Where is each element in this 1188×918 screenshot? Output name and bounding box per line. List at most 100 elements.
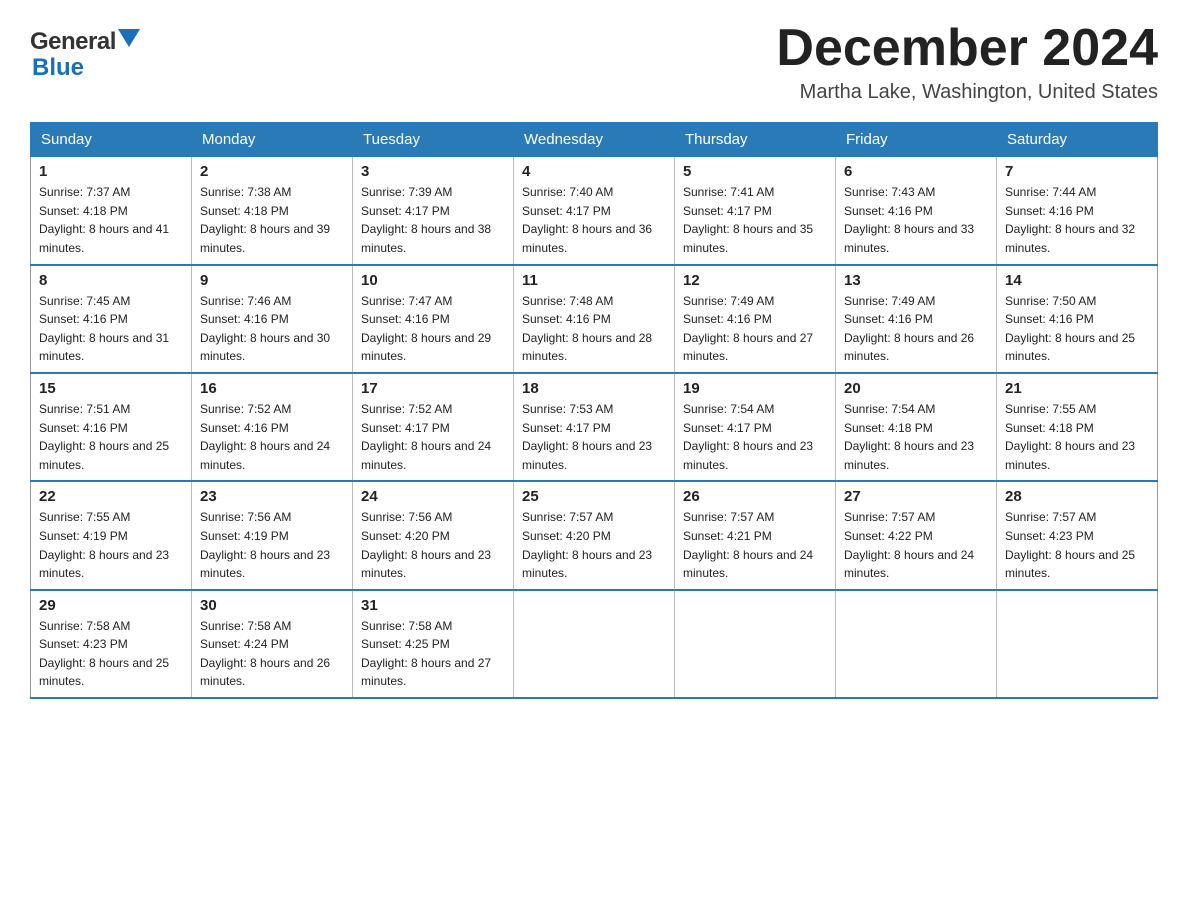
day-info: Sunrise: 7:49 AMSunset: 4:16 PMDaylight:… [683, 294, 813, 364]
calendar-cell: 22 Sunrise: 7:55 AMSunset: 4:19 PMDaylig… [31, 481, 192, 589]
day-info: Sunrise: 7:40 AMSunset: 4:17 PMDaylight:… [522, 185, 652, 255]
day-number: 25 [522, 488, 666, 505]
logo: General Blue [30, 20, 140, 82]
calendar-cell: 25 Sunrise: 7:57 AMSunset: 4:20 PMDaylig… [514, 481, 675, 589]
title-section: December 2024 Martha Lake, Washington, U… [776, 20, 1158, 104]
day-info: Sunrise: 7:58 AMSunset: 4:24 PMDaylight:… [200, 619, 330, 689]
logo-arrow-icon [118, 29, 140, 52]
calendar-cell: 9 Sunrise: 7:46 AMSunset: 4:16 PMDayligh… [192, 265, 353, 373]
page-header: General Blue December 2024 Martha Lake, … [30, 20, 1158, 104]
calendar-cell: 1 Sunrise: 7:37 AMSunset: 4:18 PMDayligh… [31, 157, 192, 265]
calendar-cell: 8 Sunrise: 7:45 AMSunset: 4:16 PMDayligh… [31, 265, 192, 373]
header-sunday: Sunday [31, 123, 192, 157]
calendar-cell: 19 Sunrise: 7:54 AMSunset: 4:17 PMDaylig… [675, 373, 836, 481]
calendar-cell: 30 Sunrise: 7:58 AMSunset: 4:24 PMDaylig… [192, 590, 353, 698]
day-info: Sunrise: 7:46 AMSunset: 4:16 PMDaylight:… [200, 294, 330, 364]
day-info: Sunrise: 7:51 AMSunset: 4:16 PMDaylight:… [39, 402, 169, 472]
day-number: 5 [683, 163, 827, 180]
calendar-cell: 16 Sunrise: 7:52 AMSunset: 4:16 PMDaylig… [192, 373, 353, 481]
logo-general-text: General [30, 28, 116, 56]
day-info: Sunrise: 7:56 AMSunset: 4:19 PMDaylight:… [200, 510, 330, 580]
calendar-cell: 5 Sunrise: 7:41 AMSunset: 4:17 PMDayligh… [675, 157, 836, 265]
header-friday: Friday [836, 123, 997, 157]
day-info: Sunrise: 7:45 AMSunset: 4:16 PMDaylight:… [39, 294, 169, 364]
calendar-cell: 18 Sunrise: 7:53 AMSunset: 4:17 PMDaylig… [514, 373, 675, 481]
day-number: 3 [361, 163, 505, 180]
calendar-cell: 14 Sunrise: 7:50 AMSunset: 4:16 PMDaylig… [997, 265, 1158, 373]
day-number: 6 [844, 163, 988, 180]
calendar-cell [675, 590, 836, 698]
day-info: Sunrise: 7:57 AMSunset: 4:20 PMDaylight:… [522, 510, 652, 580]
day-info: Sunrise: 7:52 AMSunset: 4:17 PMDaylight:… [361, 402, 491, 472]
calendar-cell [997, 590, 1158, 698]
day-number: 20 [844, 380, 988, 397]
calendar-cell: 20 Sunrise: 7:54 AMSunset: 4:18 PMDaylig… [836, 373, 997, 481]
day-info: Sunrise: 7:55 AMSunset: 4:19 PMDaylight:… [39, 510, 169, 580]
calendar-cell [514, 590, 675, 698]
day-number: 31 [361, 597, 505, 614]
calendar-cell: 31 Sunrise: 7:58 AMSunset: 4:25 PMDaylig… [353, 590, 514, 698]
calendar-week-row: 22 Sunrise: 7:55 AMSunset: 4:19 PMDaylig… [31, 481, 1158, 589]
calendar-week-row: 1 Sunrise: 7:37 AMSunset: 4:18 PMDayligh… [31, 157, 1158, 265]
day-number: 27 [844, 488, 988, 505]
calendar-cell: 6 Sunrise: 7:43 AMSunset: 4:16 PMDayligh… [836, 157, 997, 265]
calendar-cell: 4 Sunrise: 7:40 AMSunset: 4:17 PMDayligh… [514, 157, 675, 265]
day-number: 21 [1005, 380, 1149, 397]
day-number: 30 [200, 597, 344, 614]
day-number: 8 [39, 272, 183, 289]
day-info: Sunrise: 7:57 AMSunset: 4:22 PMDaylight:… [844, 510, 974, 580]
day-info: Sunrise: 7:48 AMSunset: 4:16 PMDaylight:… [522, 294, 652, 364]
day-info: Sunrise: 7:47 AMSunset: 4:16 PMDaylight:… [361, 294, 491, 364]
day-info: Sunrise: 7:39 AMSunset: 4:17 PMDaylight:… [361, 185, 491, 255]
header-tuesday: Tuesday [353, 123, 514, 157]
day-number: 4 [522, 163, 666, 180]
calendar-cell: 21 Sunrise: 7:55 AMSunset: 4:18 PMDaylig… [997, 373, 1158, 481]
day-info: Sunrise: 7:58 AMSunset: 4:23 PMDaylight:… [39, 619, 169, 689]
header-thursday: Thursday [675, 123, 836, 157]
day-number: 14 [1005, 272, 1149, 289]
month-title: December 2024 [776, 20, 1158, 77]
day-info: Sunrise: 7:37 AMSunset: 4:18 PMDaylight:… [39, 185, 169, 255]
day-number: 7 [1005, 163, 1149, 180]
day-number: 9 [200, 272, 344, 289]
day-info: Sunrise: 7:55 AMSunset: 4:18 PMDaylight:… [1005, 402, 1135, 472]
day-number: 17 [361, 380, 505, 397]
day-number: 24 [361, 488, 505, 505]
day-number: 16 [200, 380, 344, 397]
day-info: Sunrise: 7:53 AMSunset: 4:17 PMDaylight:… [522, 402, 652, 472]
day-number: 13 [844, 272, 988, 289]
day-number: 11 [522, 272, 666, 289]
calendar-cell: 29 Sunrise: 7:58 AMSunset: 4:23 PMDaylig… [31, 590, 192, 698]
calendar-cell: 11 Sunrise: 7:48 AMSunset: 4:16 PMDaylig… [514, 265, 675, 373]
calendar-header-row: Sunday Monday Tuesday Wednesday Thursday… [31, 123, 1158, 157]
day-info: Sunrise: 7:58 AMSunset: 4:25 PMDaylight:… [361, 619, 491, 689]
calendar-cell: 24 Sunrise: 7:56 AMSunset: 4:20 PMDaylig… [353, 481, 514, 589]
calendar-week-row: 15 Sunrise: 7:51 AMSunset: 4:16 PMDaylig… [31, 373, 1158, 481]
day-info: Sunrise: 7:38 AMSunset: 4:18 PMDaylight:… [200, 185, 330, 255]
calendar-cell [836, 590, 997, 698]
day-number: 15 [39, 380, 183, 397]
day-info: Sunrise: 7:50 AMSunset: 4:16 PMDaylight:… [1005, 294, 1135, 364]
day-info: Sunrise: 7:52 AMSunset: 4:16 PMDaylight:… [200, 402, 330, 472]
day-info: Sunrise: 7:43 AMSunset: 4:16 PMDaylight:… [844, 185, 974, 255]
day-number: 22 [39, 488, 183, 505]
calendar-week-row: 8 Sunrise: 7:45 AMSunset: 4:16 PMDayligh… [31, 265, 1158, 373]
calendar-cell: 28 Sunrise: 7:57 AMSunset: 4:23 PMDaylig… [997, 481, 1158, 589]
day-number: 19 [683, 380, 827, 397]
calendar-cell: 27 Sunrise: 7:57 AMSunset: 4:22 PMDaylig… [836, 481, 997, 589]
calendar-cell: 13 Sunrise: 7:49 AMSunset: 4:16 PMDaylig… [836, 265, 997, 373]
logo-blue-text: Blue [32, 54, 84, 82]
day-number: 10 [361, 272, 505, 289]
day-number: 1 [39, 163, 183, 180]
day-number: 28 [1005, 488, 1149, 505]
day-number: 26 [683, 488, 827, 505]
location-title: Martha Lake, Washington, United States [776, 81, 1158, 104]
day-info: Sunrise: 7:49 AMSunset: 4:16 PMDaylight:… [844, 294, 974, 364]
calendar-cell: 26 Sunrise: 7:57 AMSunset: 4:21 PMDaylig… [675, 481, 836, 589]
calendar-cell: 7 Sunrise: 7:44 AMSunset: 4:16 PMDayligh… [997, 157, 1158, 265]
day-info: Sunrise: 7:57 AMSunset: 4:23 PMDaylight:… [1005, 510, 1135, 580]
day-info: Sunrise: 7:44 AMSunset: 4:16 PMDaylight:… [1005, 185, 1135, 255]
day-info: Sunrise: 7:54 AMSunset: 4:17 PMDaylight:… [683, 402, 813, 472]
calendar-week-row: 29 Sunrise: 7:58 AMSunset: 4:23 PMDaylig… [31, 590, 1158, 698]
calendar-table: Sunday Monday Tuesday Wednesday Thursday… [30, 122, 1158, 699]
